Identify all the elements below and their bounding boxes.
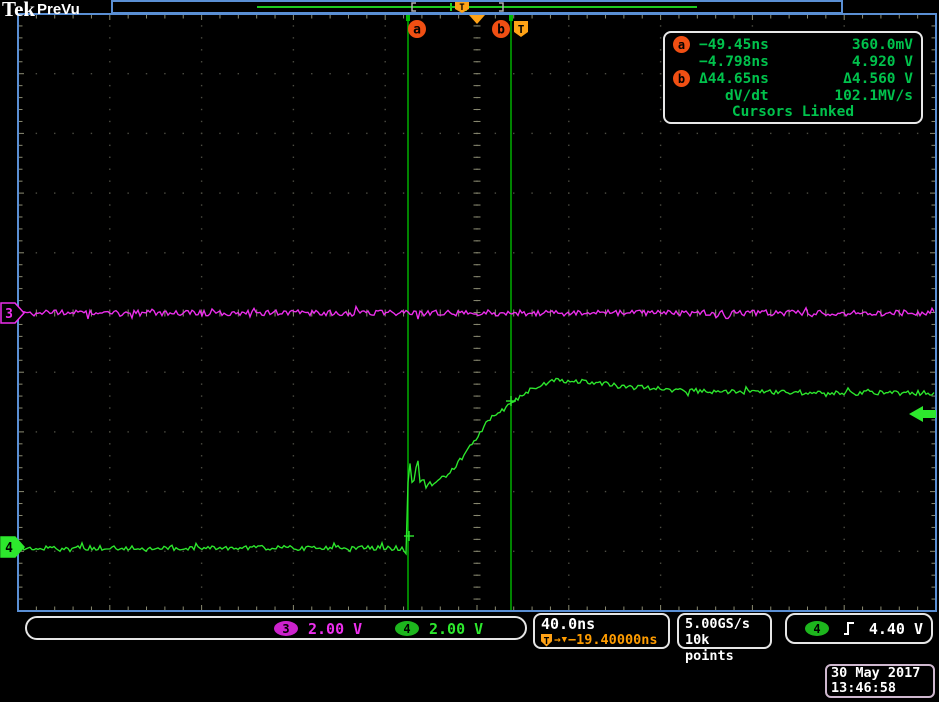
timebase-readout: 40.0ns bbox=[541, 616, 662, 632]
datetime-panel: 30 May 2017 13:46:58 bbox=[825, 664, 935, 698]
cursor-b-abs-row: −4.798ns 4.920 V bbox=[673, 53, 913, 70]
down-triangle-icon: ▼ bbox=[562, 632, 567, 648]
svg-text:4: 4 bbox=[5, 541, 13, 556]
trigger-point-badge[interactable]: T bbox=[514, 21, 528, 37]
cursor-a-badge: a bbox=[673, 36, 690, 53]
channel-scales-panel: 3 2.00 V 4 2.00 V bbox=[25, 616, 527, 640]
channel-3-scale[interactable]: 2.00 V bbox=[308, 620, 362, 638]
tek-logo: Tek bbox=[2, 0, 35, 22]
cursor-b-volts: 4.920 V bbox=[852, 54, 913, 70]
channel-4-position-marker[interactable]: 4 bbox=[1, 537, 24, 557]
oscilloscope-screen: 34abTT Tek PreVu a −49.45ns 360.0mV −4.7… bbox=[0, 0, 939, 702]
horizontal-panel[interactable]: 40.0ns T → ▼ −19.40000ns bbox=[533, 613, 670, 649]
svg-text:T: T bbox=[459, 3, 465, 13]
acquisition-panel[interactable]: 5.00GS/s 10k points bbox=[677, 613, 772, 649]
trigger-t-icon: T bbox=[541, 634, 552, 647]
svg-text:b: b bbox=[497, 23, 505, 38]
channel-3-badge[interactable]: 3 bbox=[274, 621, 298, 636]
cursor-readout-panel: a −49.45ns 360.0mV −4.798ns 4.920 V b Δ4… bbox=[663, 31, 923, 124]
trigger-position-value: −19.40000ns bbox=[568, 632, 657, 648]
cursor-b-badge: b bbox=[673, 70, 690, 87]
cursor-a-volts: 360.0mV bbox=[852, 37, 913, 53]
dvdt-value: 102.1MV/s bbox=[834, 88, 913, 104]
cursor-delta-row: b Δ44.65ns Δ4.560 V bbox=[673, 70, 913, 87]
trigger-level-readout: 4.40 V bbox=[856, 620, 923, 638]
channel-4-scale[interactable]: 2.00 V bbox=[429, 620, 483, 638]
svg-text:a: a bbox=[413, 23, 421, 38]
cursor-b-top-badge[interactable]: b bbox=[492, 20, 510, 38]
sample-rate-readout: 5.00GS/s bbox=[685, 616, 764, 632]
channel-4-badge[interactable]: 4 bbox=[395, 621, 419, 636]
cursor-a-top-badge[interactable]: a bbox=[408, 20, 426, 38]
trigger-source-badge: 4 bbox=[805, 621, 829, 636]
date-readout: 30 May 2017 bbox=[831, 666, 929, 681]
cursor-delta-volts: Δ4.560 V bbox=[843, 71, 913, 87]
right-arrow-icon: → bbox=[554, 632, 561, 648]
svg-text:T: T bbox=[518, 23, 525, 36]
cursor-delta-time: Δ44.65ns bbox=[699, 71, 843, 87]
cursor-a-row: a −49.45ns 360.0mV bbox=[673, 36, 913, 53]
time-readout: 13:46:58 bbox=[831, 681, 929, 696]
channel-3-position-marker[interactable]: 3 bbox=[1, 303, 24, 323]
acquisition-mode-label: PreVu bbox=[37, 1, 80, 18]
svg-text:3: 3 bbox=[5, 307, 13, 322]
cursors-linked-label: Cursors Linked bbox=[673, 104, 913, 121]
dvdt-label: dV/dt bbox=[699, 88, 834, 104]
trigger-position-readout: T → ▼ −19.40000ns bbox=[541, 632, 662, 648]
rising-edge-slope-icon bbox=[843, 621, 856, 636]
expansion-point-triangle bbox=[469, 15, 485, 24]
dvdt-row: dV/dt 102.1MV/s bbox=[673, 87, 913, 104]
record-overview-bar[interactable]: T bbox=[112, 1, 842, 13]
trigger-panel[interactable]: 4 4.40 V bbox=[785, 613, 933, 644]
record-length-readout: 10k points bbox=[685, 632, 764, 664]
cursor-a-cross-marker bbox=[404, 531, 414, 541]
cursor-a-time: −49.45ns bbox=[699, 37, 852, 53]
cursor-b-time: −4.798ns bbox=[699, 54, 852, 70]
